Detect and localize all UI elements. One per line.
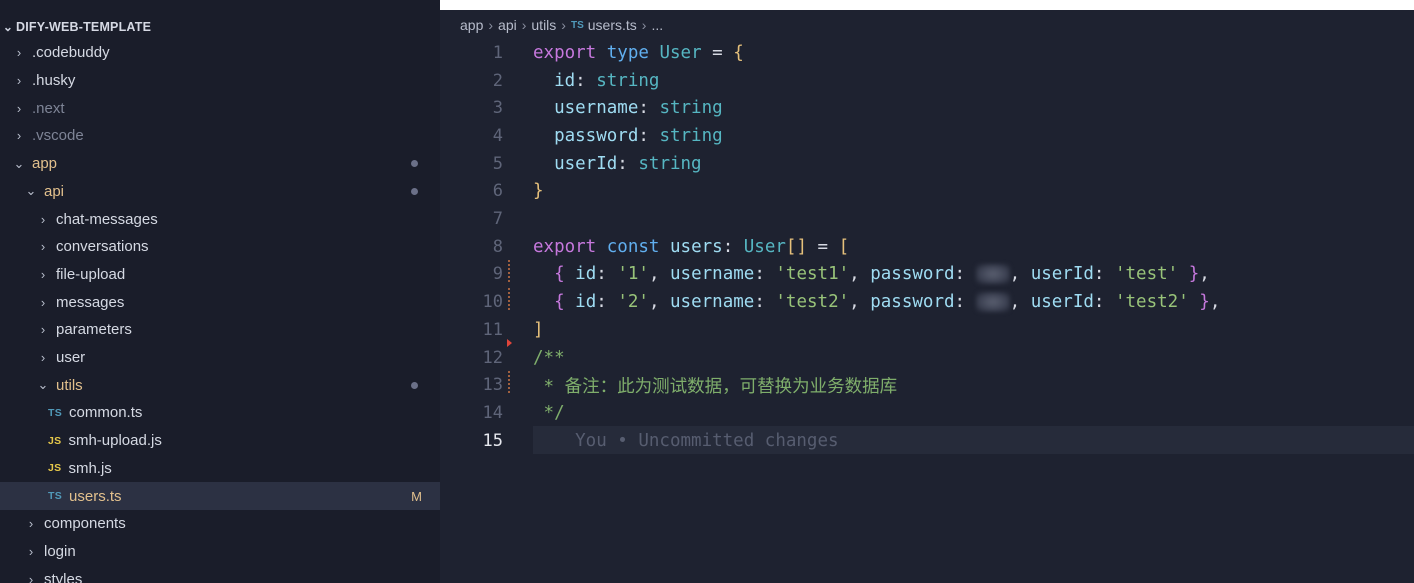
chevron-down-icon: ⌄: [25, 183, 37, 199]
chevron-right-icon: ›: [40, 350, 46, 366]
chevron-right-icon: ›: [40, 322, 46, 338]
tree-item-user[interactable]: › user: [0, 344, 440, 372]
tree-item-label: messages: [56, 293, 125, 311]
javascript-file-icon: JS: [48, 434, 62, 447]
chevron-right-icon: ›: [40, 211, 46, 227]
tree-item-label: app: [32, 155, 58, 173]
redacted-password: [975, 292, 1010, 313]
breadcrumb-utils[interactable]: utils: [531, 17, 556, 33]
chevron-right-icon: ›: [40, 239, 46, 255]
explorer-root-header[interactable]: ⌄ DIFY-WEB-TEMPLATE: [0, 18, 440, 36]
chevron-right-icon: ›: [40, 266, 46, 282]
code-line-3[interactable]: username: string: [440, 94, 1414, 122]
chevron-right-icon: ›: [16, 73, 22, 89]
tree-item-codebuddy[interactable]: › .codebuddy: [0, 39, 440, 67]
chevron-down-icon: ⌄: [13, 155, 25, 171]
explorer-sidebar: ⌄ DIFY-WEB-TEMPLATE › .codebuddy › .husky ›.…: [0, 0, 440, 583]
code-line-8[interactable]: export const users: User[] = [: [440, 233, 1414, 261]
modified-dot-icon: [411, 187, 418, 195]
tree-item-components[interactable]: › components: [0, 510, 440, 538]
code-line-9[interactable]: { id: '1', username: 'test1', password: …: [440, 261, 1414, 289]
tree-item-label: utils: [56, 376, 83, 394]
typescript-file-icon: TS: [570, 19, 584, 31]
breadcrumb: app › api › utils › TS users.ts › ...: [460, 16, 663, 34]
code-line-7[interactable]: [440, 205, 1414, 233]
chevron-right-icon: ›: [28, 516, 34, 532]
editor-pane: app › api › utils › TS users.ts › ... 12…: [440, 10, 1414, 583]
chevron-right-icon: ›: [16, 45, 22, 61]
typescript-file-icon: TS: [48, 406, 63, 419]
chevron-right-icon: ›: [641, 17, 647, 33]
chevron-right-icon: ›: [16, 100, 22, 116]
tree-item-label: file-upload: [56, 265, 126, 283]
tree-item-label: parameters: [56, 321, 132, 339]
code-line-15[interactable]: You • Uncommitted changes: [440, 427, 1414, 455]
tree-item-husky[interactable]: › .husky: [0, 67, 440, 95]
chevron-down-icon: ⌄: [2, 20, 14, 34]
tree-item-common-ts[interactable]: TS common.ts: [0, 399, 440, 427]
tree-item-conversations[interactable]: › conversations: [0, 233, 440, 261]
tree-item-chat-messages[interactable]: › chat-messages: [0, 205, 440, 233]
git-blame-annotation: You • Uncommitted changes: [533, 430, 839, 451]
git-status-badge: M: [411, 488, 422, 504]
code-line-14[interactable]: */: [440, 399, 1414, 427]
tree-item-styles[interactable]: › styles: [0, 565, 440, 583]
breadcrumb-file[interactable]: users.ts: [588, 17, 637, 33]
explorer-root-label: DIFY-WEB-TEMPLATE: [16, 20, 152, 34]
tree-item-label: styles: [44, 570, 83, 583]
tree-item-label: user: [56, 349, 86, 367]
chevron-right-icon: ›: [16, 128, 22, 144]
tree-item-messages[interactable]: › messages: [0, 288, 440, 316]
breadcrumb-api[interactable]: api: [498, 17, 517, 33]
code-line-6[interactable]: }: [440, 178, 1414, 206]
chevron-right-icon: ›: [521, 17, 527, 33]
code-line-10[interactable]: { id: '2', username: 'test2', password: …: [440, 288, 1414, 316]
tree-item-label: components: [44, 515, 126, 533]
breadcrumb-app[interactable]: app: [460, 17, 483, 33]
code-line-1[interactable]: export type User = {: [440, 39, 1414, 67]
tree-item-label: .husky: [32, 72, 76, 90]
code-line-13[interactable]: * 备注：此为测试数据，可替换为业务数据库: [440, 371, 1414, 399]
tree-item-smh-upload-js[interactable]: JS smh-upload.js: [0, 427, 440, 455]
tree-item-next[interactable]: › .next: [0, 94, 440, 122]
tree-item-label: smh.js: [68, 459, 112, 477]
tree-item-label: .vscode: [32, 127, 84, 145]
tree-item-label: chat-messages: [56, 210, 158, 228]
tree-item-label: users.ts: [69, 487, 122, 505]
tree-item-utils[interactable]: ⌄ utils: [0, 371, 440, 399]
chevron-right-icon: ›: [488, 17, 494, 33]
tree-item-label: .next: [32, 99, 65, 117]
modified-dot-icon: [411, 381, 418, 389]
chevron-right-icon: ›: [28, 571, 34, 583]
chevron-right-icon: ›: [40, 294, 46, 310]
tree-item-users-ts[interactable]: TS users.ts M: [0, 482, 440, 510]
tree-item-app[interactable]: ⌄ app: [0, 150, 440, 178]
code-line-12[interactable]: /**: [440, 344, 1414, 372]
code-line-4[interactable]: password: string: [440, 122, 1414, 150]
code-line-11[interactable]: ]: [440, 316, 1414, 344]
typescript-file-icon: TS: [48, 490, 63, 503]
tree-item-api[interactable]: ⌄ api: [0, 178, 440, 206]
modified-dot-icon: [411, 160, 418, 168]
tree-item-label: common.ts: [69, 404, 143, 422]
code-line-2[interactable]: id: string: [440, 67, 1414, 95]
tree-item-login[interactable]: › login: [0, 538, 440, 566]
tree-item-parameters[interactable]: › parameters: [0, 316, 440, 344]
tree-item-smh-js[interactable]: JS smh.js: [0, 455, 440, 483]
tree-item-label: .codebuddy: [32, 44, 110, 62]
code-line-5[interactable]: userId: string: [440, 150, 1414, 178]
chevron-down-icon: ⌄: [37, 377, 49, 393]
chevron-right-icon: ›: [28, 543, 34, 559]
tree-item-label: conversations: [56, 238, 149, 256]
tree-item-vscode[interactable]: › .vscode: [0, 122, 440, 150]
breadcrumb-more[interactable]: ...: [651, 17, 663, 33]
redacted-password: [975, 264, 1010, 285]
tree-item-label: smh-upload.js: [68, 432, 162, 450]
chevron-right-icon: ›: [561, 17, 566, 33]
javascript-file-icon: JS: [48, 462, 62, 475]
tree-item-label: api: [44, 182, 65, 200]
tree-item-label: login: [44, 542, 76, 560]
tree-item-file-upload[interactable]: › file-upload: [0, 261, 440, 289]
